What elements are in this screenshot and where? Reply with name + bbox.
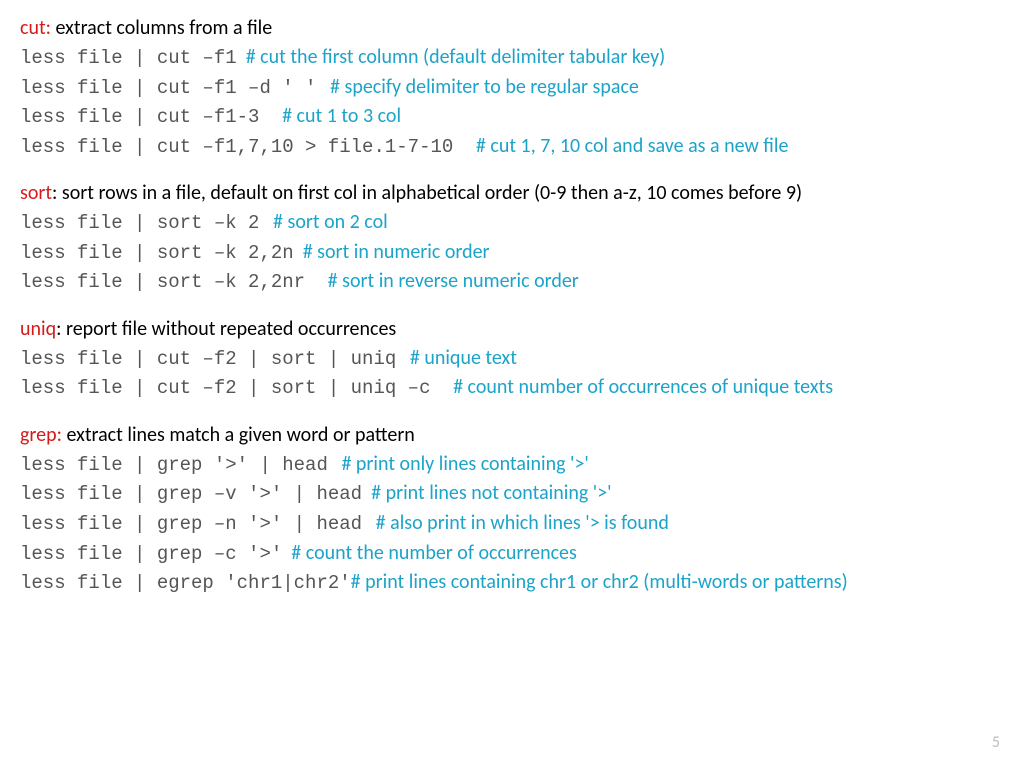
code-line: less file | sort –k 2 # sort on 2 col <box>20 208 1004 238</box>
code: less file | cut –f1 –d ' ' <box>20 77 316 99</box>
section-sort: sort: sort rows in a file, default on fi… <box>20 179 1004 297</box>
code-line: less file | grep –n '>' | head # also pr… <box>20 509 1004 539</box>
comment: # sort in numeric order <box>303 240 490 264</box>
page-number: 5 <box>992 731 1000 754</box>
comment: # also print in which lines '> is found <box>376 511 669 535</box>
comment: # cut the first column (default delimite… <box>246 45 666 69</box>
comment: # sort in reverse numeric order <box>328 269 579 293</box>
code-line: less file | grep –c '>' # count the numb… <box>20 539 1004 569</box>
code-line: less file | cut –f2 | sort | uniq # uniq… <box>20 344 1004 374</box>
comment: # cut 1 to 3 col <box>282 104 401 128</box>
comment: # sort on 2 col <box>273 210 388 234</box>
section-header: grep: extract lines match a given word o… <box>20 421 1004 450</box>
section-header: sort: sort rows in a file, default on fi… <box>20 179 1004 208</box>
section-cut: cut: extract columns from a file less fi… <box>20 14 1004 161</box>
cmd-desc: : report file without repeated occurrenc… <box>56 317 396 341</box>
code-line: less file | cut –f1,7,10 > file.1-7-10 #… <box>20 132 1004 162</box>
cmd-name: cut: <box>20 16 51 40</box>
code: less file | grep –n '>' | head <box>20 513 362 535</box>
comment: # count the number of occurrences <box>291 541 577 565</box>
comment: # print lines not containing '>' <box>371 481 611 505</box>
code-line: less file | sort –k 2,2n # sort in numer… <box>20 238 1004 268</box>
section-grep: grep: extract lines match a given word o… <box>20 421 1004 598</box>
comment: # print lines containing chr1 or chr2 (m… <box>351 570 848 594</box>
cmd-name: uniq <box>20 317 56 341</box>
code: less file | grep –c '>' <box>20 543 282 565</box>
section-header: uniq: report file without repeated occur… <box>20 315 1004 344</box>
section-header: cut: extract columns from a file <box>20 14 1004 43</box>
cmd-name: grep: <box>20 423 62 447</box>
code: less file | cut –f1,7,10 > file.1-7-10 <box>20 136 453 158</box>
code-line: less file | cut –f1 –d ' ' # specify del… <box>20 73 1004 103</box>
code-line: less file | grep –v '>' | head # print l… <box>20 479 1004 509</box>
code: less file | grep '>' | head <box>20 454 328 476</box>
code-line: less file | cut –f1 # cut the first colu… <box>20 43 1004 73</box>
code: less file | egrep 'chr1|chr2' <box>20 572 351 594</box>
code-line: less file | cut –f1-3 # cut 1 to 3 col <box>20 102 1004 132</box>
section-uniq: uniq: report file without repeated occur… <box>20 315 1004 403</box>
code: less file | sort –k 2,2nr <box>20 271 305 293</box>
cmd-desc: : sort rows in a file, default on first … <box>52 181 802 205</box>
comment: # cut 1, 7, 10 col and save as a new fil… <box>476 134 789 158</box>
cmd-name: sort <box>20 181 52 205</box>
cmd-desc: extract lines match a given word or patt… <box>62 423 415 447</box>
comment: # print only lines containing '>' <box>341 452 588 476</box>
code-line: less file | egrep 'chr1|chr2'# print lin… <box>20 568 1004 598</box>
code-line: less file | sort –k 2,2nr # sort in reve… <box>20 267 1004 297</box>
comment: # unique text <box>410 346 517 370</box>
code: less file | cut –f2 | sort | uniq –c <box>20 377 430 399</box>
code: less file | cut –f2 | sort | uniq <box>20 348 396 370</box>
code-line: less file | cut –f2 | sort | uniq –c # c… <box>20 373 1004 403</box>
code: less file | cut –f1-3 <box>20 106 259 128</box>
code: less file | cut –f1 <box>20 47 237 69</box>
cmd-desc: extract columns from a file <box>51 16 272 40</box>
code: less file | sort –k 2 <box>20 212 259 234</box>
code: less file | grep –v '>' | head <box>20 483 362 505</box>
comment: # count number of occurrences of unique … <box>453 375 833 399</box>
code-line: less file | grep '>' | head # print only… <box>20 450 1004 480</box>
code: less file | sort –k 2,2n <box>20 242 294 264</box>
comment: # specify delimiter to be regular space <box>330 75 639 99</box>
